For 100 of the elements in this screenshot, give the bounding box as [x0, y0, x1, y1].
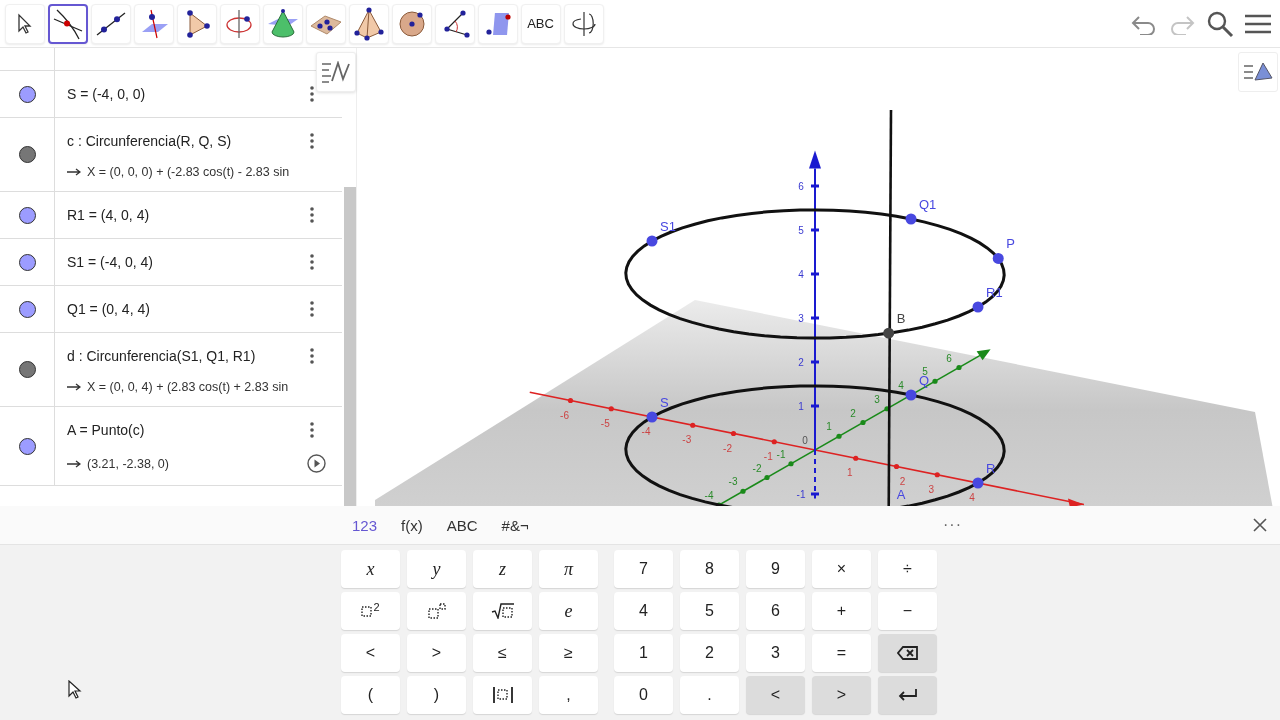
keyboard-key[interactable]: π: [539, 550, 598, 588]
point[interactable]: [972, 477, 984, 489]
keyboard-key[interactable]: 3: [746, 634, 805, 672]
keyboard-key[interactable]: ,: [539, 676, 598, 714]
absolute-value-key[interactable]: [473, 676, 532, 714]
axis-tick-label: 6: [798, 181, 804, 192]
visibility-dot[interactable]: [18, 146, 36, 163]
keyboard-key[interactable]: 2: [680, 634, 739, 672]
keyboard-tab[interactable]: #&¬: [489, 512, 541, 538]
point-label: S: [660, 395, 669, 410]
cursor-key[interactable]: >: [812, 676, 871, 714]
keyboard-key[interactable]: ×: [812, 550, 871, 588]
enter-key[interactable]: [878, 676, 937, 714]
keyboard-key[interactable]: =: [812, 634, 871, 672]
axis-tick-label: -4: [704, 490, 714, 501]
more-keys-button[interactable]: ···: [943, 516, 962, 534]
keyboard-key[interactable]: 8: [680, 550, 739, 588]
backspace-icon: [896, 645, 919, 661]
axis-tick-label: 2: [798, 357, 804, 368]
visibility-dot[interactable]: [18, 437, 36, 455]
keyboard-key[interactable]: 1: [614, 634, 673, 672]
square-key[interactable]: 2: [341, 592, 400, 630]
keyboard-key[interactable]: 9: [746, 550, 805, 588]
keyboard-key[interactable]: ≤: [473, 634, 532, 672]
keyboard-key[interactable]: 4: [614, 592, 673, 630]
axis-tick-label: 4: [969, 492, 975, 503]
keyboard-key[interactable]: y: [407, 550, 466, 588]
text-tool[interactable]: ABC: [520, 3, 561, 44]
algebra-style-icon: [321, 61, 351, 83]
tool-button[interactable]: [47, 3, 88, 44]
keyboard-key[interactable]: (: [341, 676, 400, 714]
backspace-key[interactable]: [878, 634, 937, 672]
axis-tick-label: 2: [899, 475, 906, 487]
object-value: X = (0, 0, 4) + (2.83 cos(t) + 2.83 sin: [87, 380, 289, 394]
keyboard-key[interactable]: e: [539, 592, 598, 630]
axis-tick-label: -3: [728, 476, 738, 488]
more-options-icon: [310, 133, 314, 149]
point[interactable]: [905, 213, 917, 225]
visibility-dot[interactable]: [18, 85, 36, 103]
enter-icon: [897, 688, 918, 702]
search-icon: [1206, 9, 1234, 38]
axis-tick-label: 2: [850, 407, 856, 419]
keyboard-key[interactable]: ≥: [539, 634, 598, 672]
visibility-dot[interactable]: [18, 361, 36, 378]
keyboard-key[interactable]: z: [473, 550, 532, 588]
keyboard-key[interactable]: .: [680, 676, 739, 714]
axis-tick-label: 1: [826, 421, 832, 433]
point[interactable]: [883, 327, 895, 339]
point-label: S1: [660, 219, 676, 234]
square-root-key[interactable]: [473, 592, 532, 630]
point[interactable]: [646, 411, 658, 423]
axis-tick-label: -6: [560, 409, 569, 421]
keyboard-key[interactable]: +: [812, 592, 871, 630]
keyboard-key[interactable]: x: [341, 550, 400, 588]
keyboard-tab[interactable]: 123: [340, 512, 390, 538]
scrollbar-thumb[interactable]: [344, 187, 356, 506]
point[interactable]: [992, 252, 1004, 264]
placeholder-box-icon: [361, 605, 373, 617]
more-options-icon: [310, 207, 314, 223]
visibility-dot[interactable]: [18, 253, 36, 271]
keyboard-tab[interactable]: f(x): [389, 512, 435, 538]
keyboard-key[interactable]: 5: [680, 592, 739, 630]
cursor-key[interactable]: <: [746, 676, 805, 714]
point-label: Q1: [919, 197, 937, 212]
object-definition: R1 = (4, 0, 4): [67, 207, 150, 223]
mouse-cursor-icon: [68, 680, 82, 700]
arrow-icon: [67, 168, 81, 176]
keyboard-key[interactable]: 7: [614, 550, 673, 588]
point[interactable]: [972, 301, 984, 313]
keyboard-key[interactable]: 6: [746, 592, 805, 630]
sphere-icon: [396, 8, 427, 39]
keyboard-key[interactable]: ): [407, 676, 466, 714]
keyboard-key[interactable]: 0: [614, 676, 673, 714]
visibility-dot[interactable]: [18, 300, 36, 318]
axis-tick-label: -3: [682, 434, 692, 446]
object-definition: A = Punto(c): [67, 422, 145, 438]
more-options-icon: [310, 422, 314, 438]
play-button[interactable]: [307, 454, 326, 473]
point[interactable]: [646, 235, 658, 247]
axis-tick-label: -1: [796, 489, 806, 500]
arrow-cursor-icon: [16, 12, 33, 35]
view-settings-button[interactable]: [1238, 52, 1278, 92]
object-definition: Q1 = (0, 4, 4): [67, 301, 150, 317]
keyboard-key[interactable]: ÷: [878, 550, 937, 588]
object-value: (3.21, -2.38, 0): [87, 456, 169, 471]
axis-tick-label: -1: [763, 450, 773, 462]
menu-icon: [1245, 12, 1271, 35]
keyboard-tab[interactable]: ABC: [434, 512, 490, 538]
more-options-icon: [310, 301, 314, 317]
keyboard-key[interactable]: −: [878, 592, 937, 630]
axis-tick-label: 1: [798, 401, 804, 412]
axis-tick-label: 3: [874, 393, 880, 405]
axis-tick-label: -1: [776, 448, 786, 460]
keyboard-key[interactable]: <: [341, 634, 400, 672]
object-definition: d : Circunferencia(S1, Q1, R1): [67, 348, 256, 364]
point[interactable]: [905, 389, 917, 401]
visibility-dot[interactable]: [18, 206, 36, 224]
style-bar-button[interactable]: [316, 52, 356, 92]
square-root-icon: [490, 603, 515, 619]
keyboard-key[interactable]: >: [407, 634, 466, 672]
